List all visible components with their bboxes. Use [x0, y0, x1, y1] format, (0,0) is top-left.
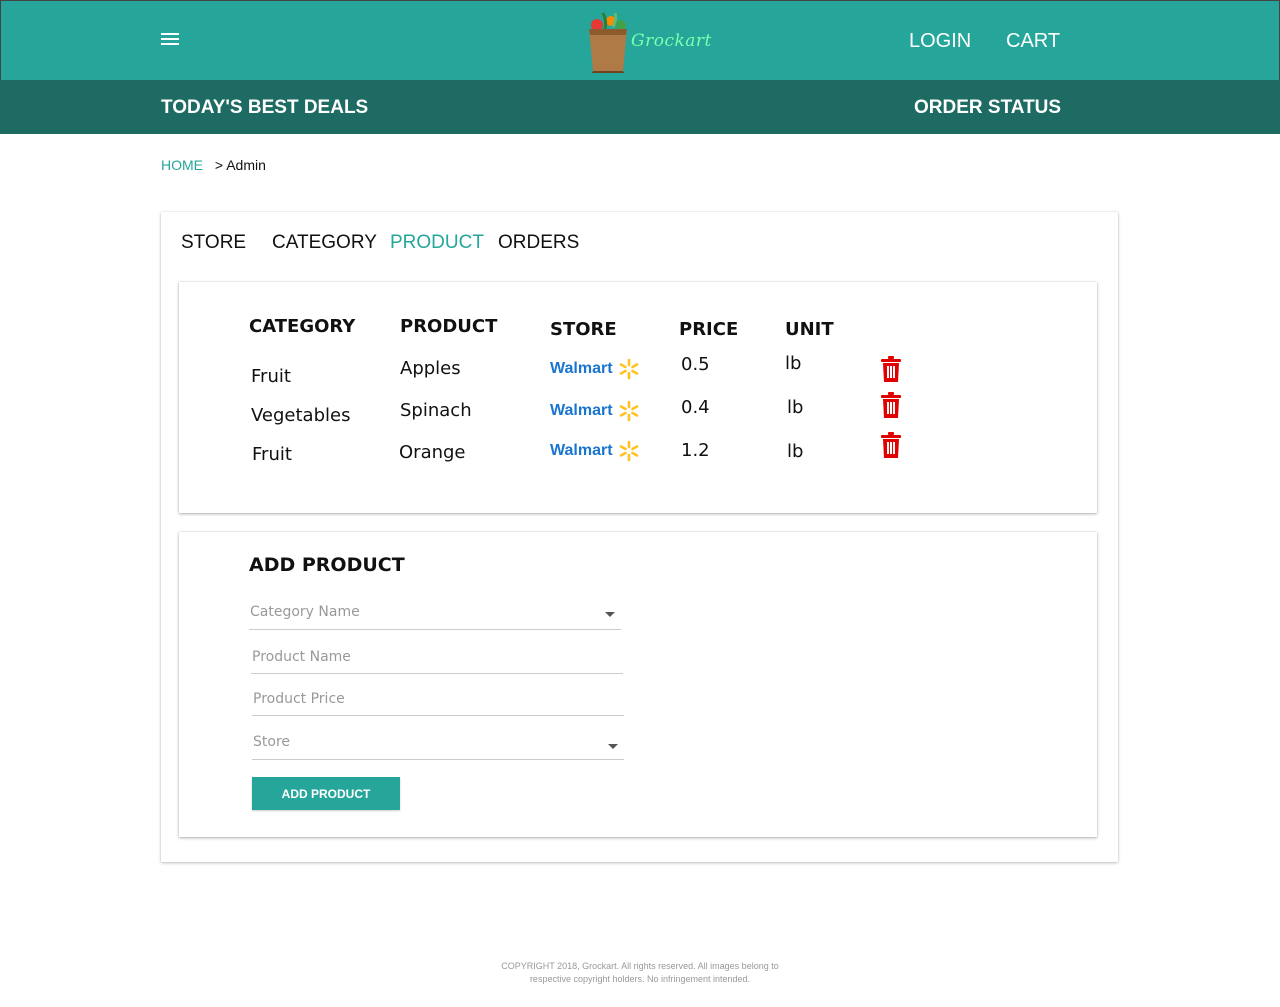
walmart-spark-icon	[619, 358, 639, 380]
row-2-store-name: Walmart	[550, 402, 613, 419]
admin-panel: STORE CATEGORY PRODUCT ORDERS CATEGORY P…	[161, 212, 1118, 862]
row-1-store-name: Walmart	[550, 360, 613, 377]
order-status-link[interactable]: ORDER STATUS	[914, 97, 1061, 119]
row-3-store-name: Walmart	[550, 442, 613, 459]
breadcrumb-home-link[interactable]: HOME	[161, 157, 203, 173]
row-2-store-logo: Walmart	[550, 400, 642, 422]
column-header-category: CATEGORY	[249, 316, 356, 337]
add-product-card: ADD PRODUCT Category Name Store ADD PROD…	[179, 532, 1097, 837]
breadcrumb-current: Admin	[226, 157, 266, 173]
todays-deals-link[interactable]: TODAY'S BEST DEALS	[161, 97, 368, 119]
footer: COPYRIGHT 2018, Grockart. All rights res…	[470, 960, 810, 986]
footer-copyright-line-2: respective copyright holders. No infring…	[529, 974, 751, 984]
tab-product[interactable]: PRODUCT	[390, 232, 484, 254]
category-select-placeholder: Category Name	[250, 604, 360, 620]
tab-orders[interactable]: ORDERS	[498, 232, 579, 254]
row-1-product: Apples	[400, 358, 461, 379]
login-link[interactable]: LOGIN	[909, 30, 971, 53]
add-product-title: ADD PRODUCT	[249, 554, 405, 576]
product-price-input[interactable]	[252, 682, 624, 715]
row-2-category: Vegetables	[251, 405, 351, 426]
row-3-product: Orange	[399, 442, 466, 463]
trash-icon[interactable]	[880, 392, 902, 418]
column-header-product: PRODUCT	[400, 316, 498, 337]
column-header-store: STORE	[550, 319, 617, 340]
product-price-field[interactable]	[252, 682, 624, 716]
trash-icon[interactable]	[880, 432, 902, 458]
breadcrumb: HOME > Admin	[161, 157, 266, 173]
store-select-placeholder: Store	[253, 734, 291, 750]
trash-icon[interactable]	[880, 356, 902, 382]
column-header-unit: UNIT	[785, 319, 834, 340]
breadcrumb-separator: >	[214, 157, 224, 173]
caret-down-icon	[605, 612, 615, 617]
tab-category[interactable]: CATEGORY	[272, 232, 377, 254]
row-2-product: Spinach	[400, 400, 472, 421]
secondary-navbar: TODAY'S BEST DEALS ORDER STATUS	[0, 80, 1280, 134]
row-1-price: 0.5	[681, 354, 710, 375]
column-header-price: PRICE	[679, 319, 739, 340]
row-3-store-logo: Walmart	[550, 440, 642, 462]
row-3-unit: lb	[787, 441, 804, 462]
footer-copyright-line-1: COPYRIGHT 2018, Grockart. All rights res…	[501, 961, 779, 971]
caret-down-icon	[608, 744, 618, 749]
row-3-category: Fruit	[252, 444, 292, 465]
top-navbar: Grockart LOGIN CART	[0, 0, 1280, 80]
cart-link[interactable]: CART	[1006, 30, 1060, 53]
store-select[interactable]: Store	[252, 726, 624, 760]
grocery-bag-icon	[589, 12, 627, 73]
hamburger-menu-icon[interactable]	[161, 33, 181, 49]
add-product-button[interactable]: ADD PRODUCT	[252, 777, 400, 810]
row-1-unit: lb	[785, 353, 802, 374]
product-list-card: CATEGORY PRODUCT STORE PRICE UNIT Fruit …	[179, 282, 1097, 513]
tab-store[interactable]: STORE	[181, 232, 246, 254]
category-select[interactable]: Category Name	[249, 596, 621, 630]
walmart-spark-icon	[619, 440, 639, 462]
row-2-price: 0.4	[681, 397, 710, 418]
walmart-spark-icon	[619, 400, 639, 422]
row-1-store-logo: Walmart	[550, 358, 642, 380]
logo-text: Grockart	[631, 31, 712, 51]
row-3-price: 1.2	[681, 440, 710, 461]
row-2-unit: lb	[787, 397, 804, 418]
row-1-category: Fruit	[251, 366, 291, 387]
product-name-field[interactable]	[251, 640, 623, 674]
product-name-input[interactable]	[251, 640, 623, 673]
